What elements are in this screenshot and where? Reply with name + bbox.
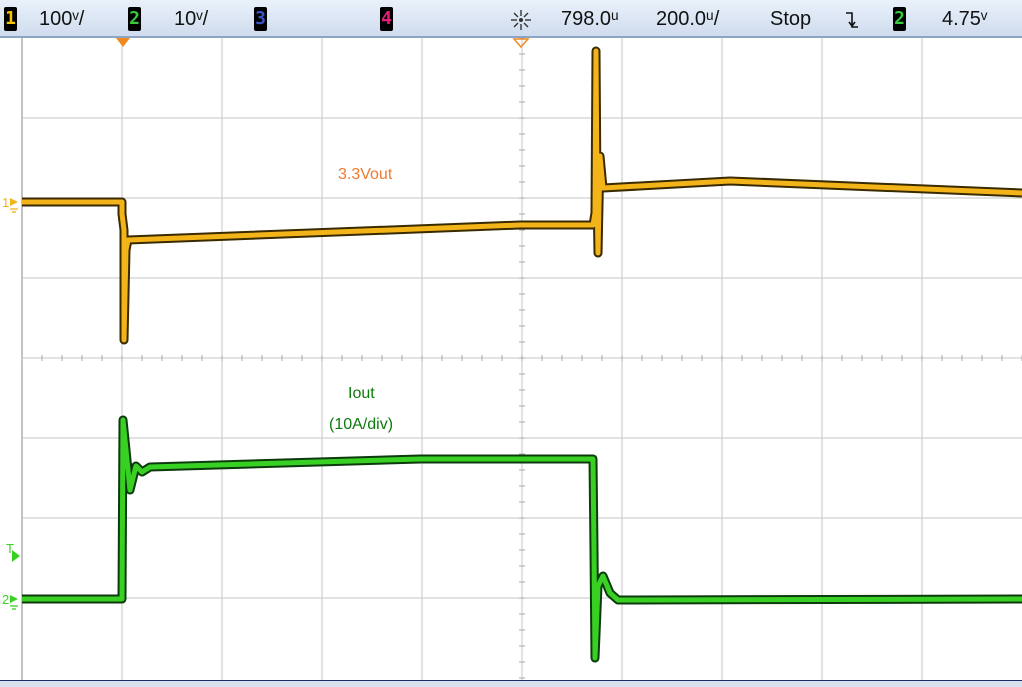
trigger-level-marker[interactable]: T [6, 541, 20, 562]
oscilloscope-screen[interactable]: 1 T 2 3.3Vout Iout (10A/div) [0, 38, 1022, 681]
channel-2-scale-label: (10A/div) [329, 416, 393, 433]
timebase-scale[interactable]: 200.0ᵘ/ [656, 7, 719, 31]
falling-edge-icon[interactable] [844, 10, 860, 30]
status-bar: 1 100ᵛ/ 2 10ᵛ/ 3 4 798.0ᵘ 200.0ᵘ/ Stop 2… [0, 0, 1022, 38]
channel-2-scale[interactable]: 10ᵛ/ [174, 7, 208, 31]
trigger-delay[interactable]: 798.0ᵘ [561, 7, 619, 31]
run-state[interactable]: Stop [770, 7, 811, 31]
svg-text:2: 2 [2, 592, 9, 607]
time-reference-marker[interactable] [116, 38, 130, 47]
channel-1-badge[interactable]: 1 [4, 7, 17, 31]
channel-4-badge[interactable]: 4 [380, 7, 393, 31]
trigger-position-marker[interactable] [512, 38, 530, 49]
channel-2-ground-marker[interactable]: 2 [2, 592, 18, 610]
channel-2-badge[interactable]: 2 [128, 7, 141, 31]
channel-1-ground-marker[interactable]: 1 [2, 195, 18, 213]
bottom-border [0, 680, 1022, 687]
graticule [21, 38, 1022, 681]
channel-2-label: Iout [348, 385, 375, 402]
channel-1-label: 3.3Vout [338, 166, 393, 183]
svg-text:1: 1 [2, 195, 9, 210]
burst-icon[interactable] [509, 8, 533, 32]
channel-3-badge[interactable]: 3 [254, 7, 267, 31]
trigger-level[interactable]: 4.75ᵛ [942, 7, 987, 31]
channel-1-scale[interactable]: 100ᵛ/ [39, 7, 84, 31]
trigger-source-badge[interactable]: 2 [893, 7, 906, 31]
